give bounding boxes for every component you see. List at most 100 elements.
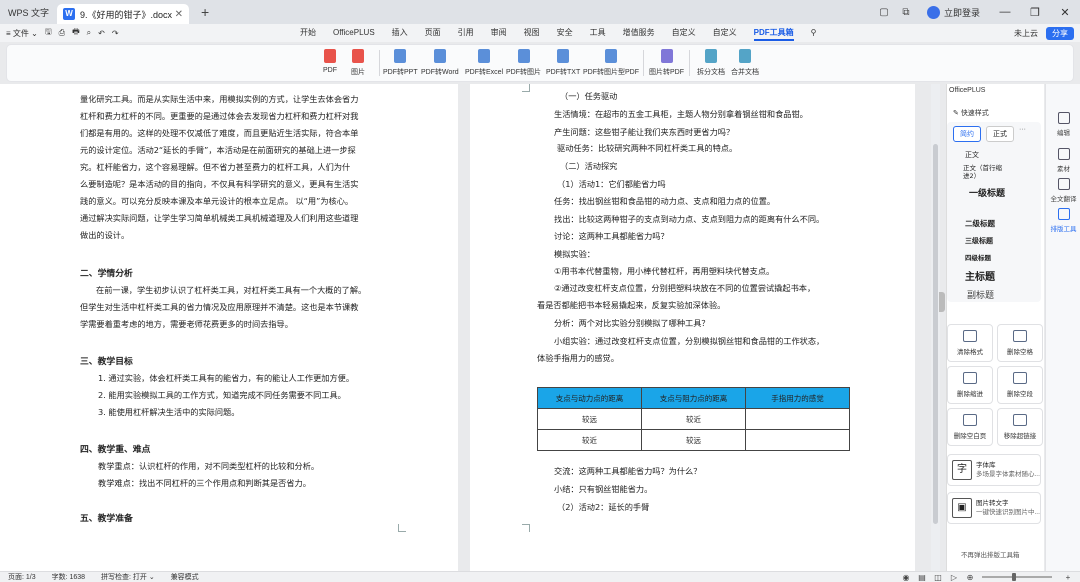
eye-icon[interactable]: ◉ <box>900 573 912 582</box>
page-indicator[interactable]: 页面: 1/3 <box>8 574 36 581</box>
pdf-to-txt-button[interactable]: PDF转TXT <box>546 49 580 77</box>
tab-0[interactable]: 开始 <box>300 24 316 42</box>
restore-icon[interactable]: ❐ <box>1020 6 1050 19</box>
web-view-icon[interactable]: ◫ <box>932 573 944 582</box>
tab-5[interactable]: 审阅 <box>491 24 507 42</box>
text-line: 任务：找出钢丝钳和食品钳的动力点、支点和阻力点的位置。 <box>554 196 776 206</box>
style-heading-1[interactable]: 一级标题 <box>969 186 1005 199</box>
minimize-icon[interactable]: — <box>990 6 1020 18</box>
style-body-indent[interactable]: 正文（首行缩进2） <box>963 164 1007 180</box>
tab-4[interactable]: 引用 <box>458 24 474 42</box>
remove-hyperlinks-button[interactable]: 移除超链接 <box>997 408 1043 446</box>
more-icon[interactable]: ··· <box>1019 126 1026 142</box>
close-tab-icon[interactable]: ✕ <box>175 9 183 20</box>
page-view-icon[interactable]: ▤ <box>916 573 928 582</box>
panel-collapse-handle[interactable] <box>939 292 945 312</box>
table-cell[interactable] <box>745 408 850 430</box>
remove-indent-button[interactable]: 删除缩进 <box>947 366 993 404</box>
document-page-right[interactable]: （一）任务驱动 生活情境：在超市的五金工具柜，主题人物分别拿着钢丝钳和食品钳。 … <box>470 84 915 571</box>
image-button[interactable]: 图片 <box>351 49 365 77</box>
vertical-scrollbar[interactable] <box>931 84 940 571</box>
style-heading-3[interactable]: 三级标题 <box>965 236 993 246</box>
table-cell[interactable] <box>745 429 850 451</box>
font-library-card[interactable]: 字 字体库 多场景字体素材随心... <box>947 454 1041 486</box>
pdf-button[interactable]: PDF <box>323 49 337 74</box>
image-to-text-card[interactable]: ▣ 图片转文字 一键快速识别图片中... <box>947 492 1041 524</box>
play-icon[interactable]: ▷ <box>948 573 960 582</box>
tab-3[interactable]: 页面 <box>425 24 441 42</box>
font-icon: 字 <box>952 460 972 480</box>
tab-10[interactable]: 自定义 <box>672 24 696 42</box>
file-menu[interactable]: ≡ 文件 ⌄ <box>6 28 38 39</box>
export-icon[interactable]: ⎙ <box>59 28 65 38</box>
tab-6[interactable]: 视图 <box>524 24 540 42</box>
clear-format-button[interactable]: 清除格式 <box>947 324 993 362</box>
spell-check[interactable]: 拼写检查: 打开 ⌄ <box>101 574 155 581</box>
pdf-to-word-button[interactable]: PDF转Word <box>421 49 459 77</box>
document-area[interactable]: 量化研究工具。而是从实际生活中来，用模拟实例的方式，让学生去体会省力 杠杆和费力… <box>0 84 940 571</box>
remove-blank-page-button[interactable]: 删除空白页 <box>947 408 993 446</box>
document-tab[interactable]: W 9.《好用的钳子》.docx ✕ <box>57 4 190 24</box>
tab-1[interactable]: OfficePLUS <box>333 24 375 42</box>
table-cell[interactable]: 较远 <box>641 429 746 451</box>
tab-12[interactable]: PDF工具箱 <box>753 24 794 42</box>
tab-11[interactable]: 自定义 <box>713 24 737 42</box>
tab-8[interactable]: 工具 <box>590 24 606 42</box>
pdf-to-excel-button[interactable]: PDF转Excel <box>465 49 503 77</box>
style-main-title[interactable]: 主标题 <box>965 268 995 283</box>
rail-translate[interactable]: 全文翻译 <box>1046 178 1080 203</box>
table-header-cell[interactable]: 支点与动力点的距离 <box>537 387 642 409</box>
close-window-icon[interactable]: ✕ <box>1050 6 1080 19</box>
scrollbar-thumb[interactable] <box>933 144 938 524</box>
search-icon[interactable]: ⚲ <box>811 24 817 42</box>
image-to-pdf-button[interactable]: 图片转PDF <box>649 49 684 77</box>
cloud-status[interactable]: 未上云 <box>1014 28 1038 39</box>
globe-icon[interactable]: ⊕ <box>964 573 976 582</box>
rail-edit[interactable]: 编辑 <box>1046 112 1080 137</box>
rail-layout-tools[interactable]: 排版工具 <box>1046 208 1080 233</box>
tab-formal[interactable]: 正式 <box>986 126 1014 142</box>
style-heading-4[interactable]: 四级标题 <box>965 252 991 262</box>
style-subtitle[interactable]: 副标题 <box>967 288 994 301</box>
merge-doc-button[interactable]: 合并文档 <box>731 49 759 77</box>
multi-window-icon[interactable]: ⧉ <box>895 7 917 18</box>
table-header-cell[interactable]: 支点与阻力点的距离 <box>641 387 746 409</box>
zoom-in-icon[interactable]: + <box>1062 573 1074 582</box>
text-line: 们都是有用的。这样的处理不仅减低了难度，而且更贴近生活实际，符合本单 <box>80 128 359 138</box>
pdf-to-ppt-button[interactable]: PDF转PPT <box>383 49 418 77</box>
table-cell[interactable]: 较近 <box>641 408 746 430</box>
save-icon[interactable]: 🖫 <box>45 26 52 40</box>
text-line: 3. 能使用杠杆解决生活中的实际问题。 <box>98 407 240 417</box>
tab-7[interactable]: 安全 <box>557 24 573 42</box>
style-heading-2[interactable]: 二级标题 <box>965 218 995 229</box>
new-tab-button[interactable]: + <box>201 4 209 20</box>
table-header-cell[interactable]: 手指用力的感觉 <box>745 387 850 409</box>
document-page-left[interactable]: 量化研究工具。而是从实际生活中来，用模拟实例的方式，让学生去体会省力 杠杆和费力… <box>0 84 458 571</box>
undo-icon[interactable]: ↶ <box>98 29 105 38</box>
preview-icon[interactable]: ⌕ <box>87 28 91 38</box>
table-cell[interactable]: 较远 <box>537 408 642 430</box>
tab-9[interactable]: 增值服务 <box>623 24 655 42</box>
table-cell[interactable]: 较近 <box>537 429 642 451</box>
share-button[interactable]: 分享 <box>1046 26 1074 40</box>
login-button[interactable]: 立即登录 <box>926 5 980 19</box>
word-count[interactable]: 字数: 1638 <box>52 574 85 581</box>
pdf-to-image-pdf-button[interactable]: PDF转图片型PDF <box>583 49 639 77</box>
print-icon[interactable]: 🖶 <box>72 26 80 40</box>
zoom-slider[interactable] <box>982 573 1052 581</box>
rail-materials[interactable]: 素材 <box>1046 148 1080 173</box>
remove-empty-paragraphs-button[interactable]: 删除空段 <box>997 366 1043 404</box>
remove-spaces-button[interactable]: 删除空格 <box>997 324 1043 362</box>
app-name[interactable]: WPS 文字 <box>0 0 57 24</box>
split-doc-button[interactable]: 拆分文档 <box>697 49 725 77</box>
dont-show-again-link[interactable]: 不再弹出排版工具箱 <box>961 549 1020 559</box>
layout-icon[interactable]: ▢ <box>873 7 895 18</box>
experiment-table[interactable]: 支点与动力点的距离 支点与阻力点的距离 手指用力的感觉 较远 较近 较近 较远 <box>537 387 850 451</box>
tab-simple[interactable]: 简约 <box>953 126 981 142</box>
pdf-to-image-button[interactable]: PDF转图片 <box>506 49 541 77</box>
tab-2[interactable]: 插入 <box>392 24 408 42</box>
style-body[interactable]: 正文 <box>965 150 979 160</box>
redo-icon[interactable]: ↷ <box>112 29 119 38</box>
quick-style-title: ✎ 快速样式 <box>953 110 989 117</box>
panel-title: OfficePLUS <box>949 87 986 94</box>
